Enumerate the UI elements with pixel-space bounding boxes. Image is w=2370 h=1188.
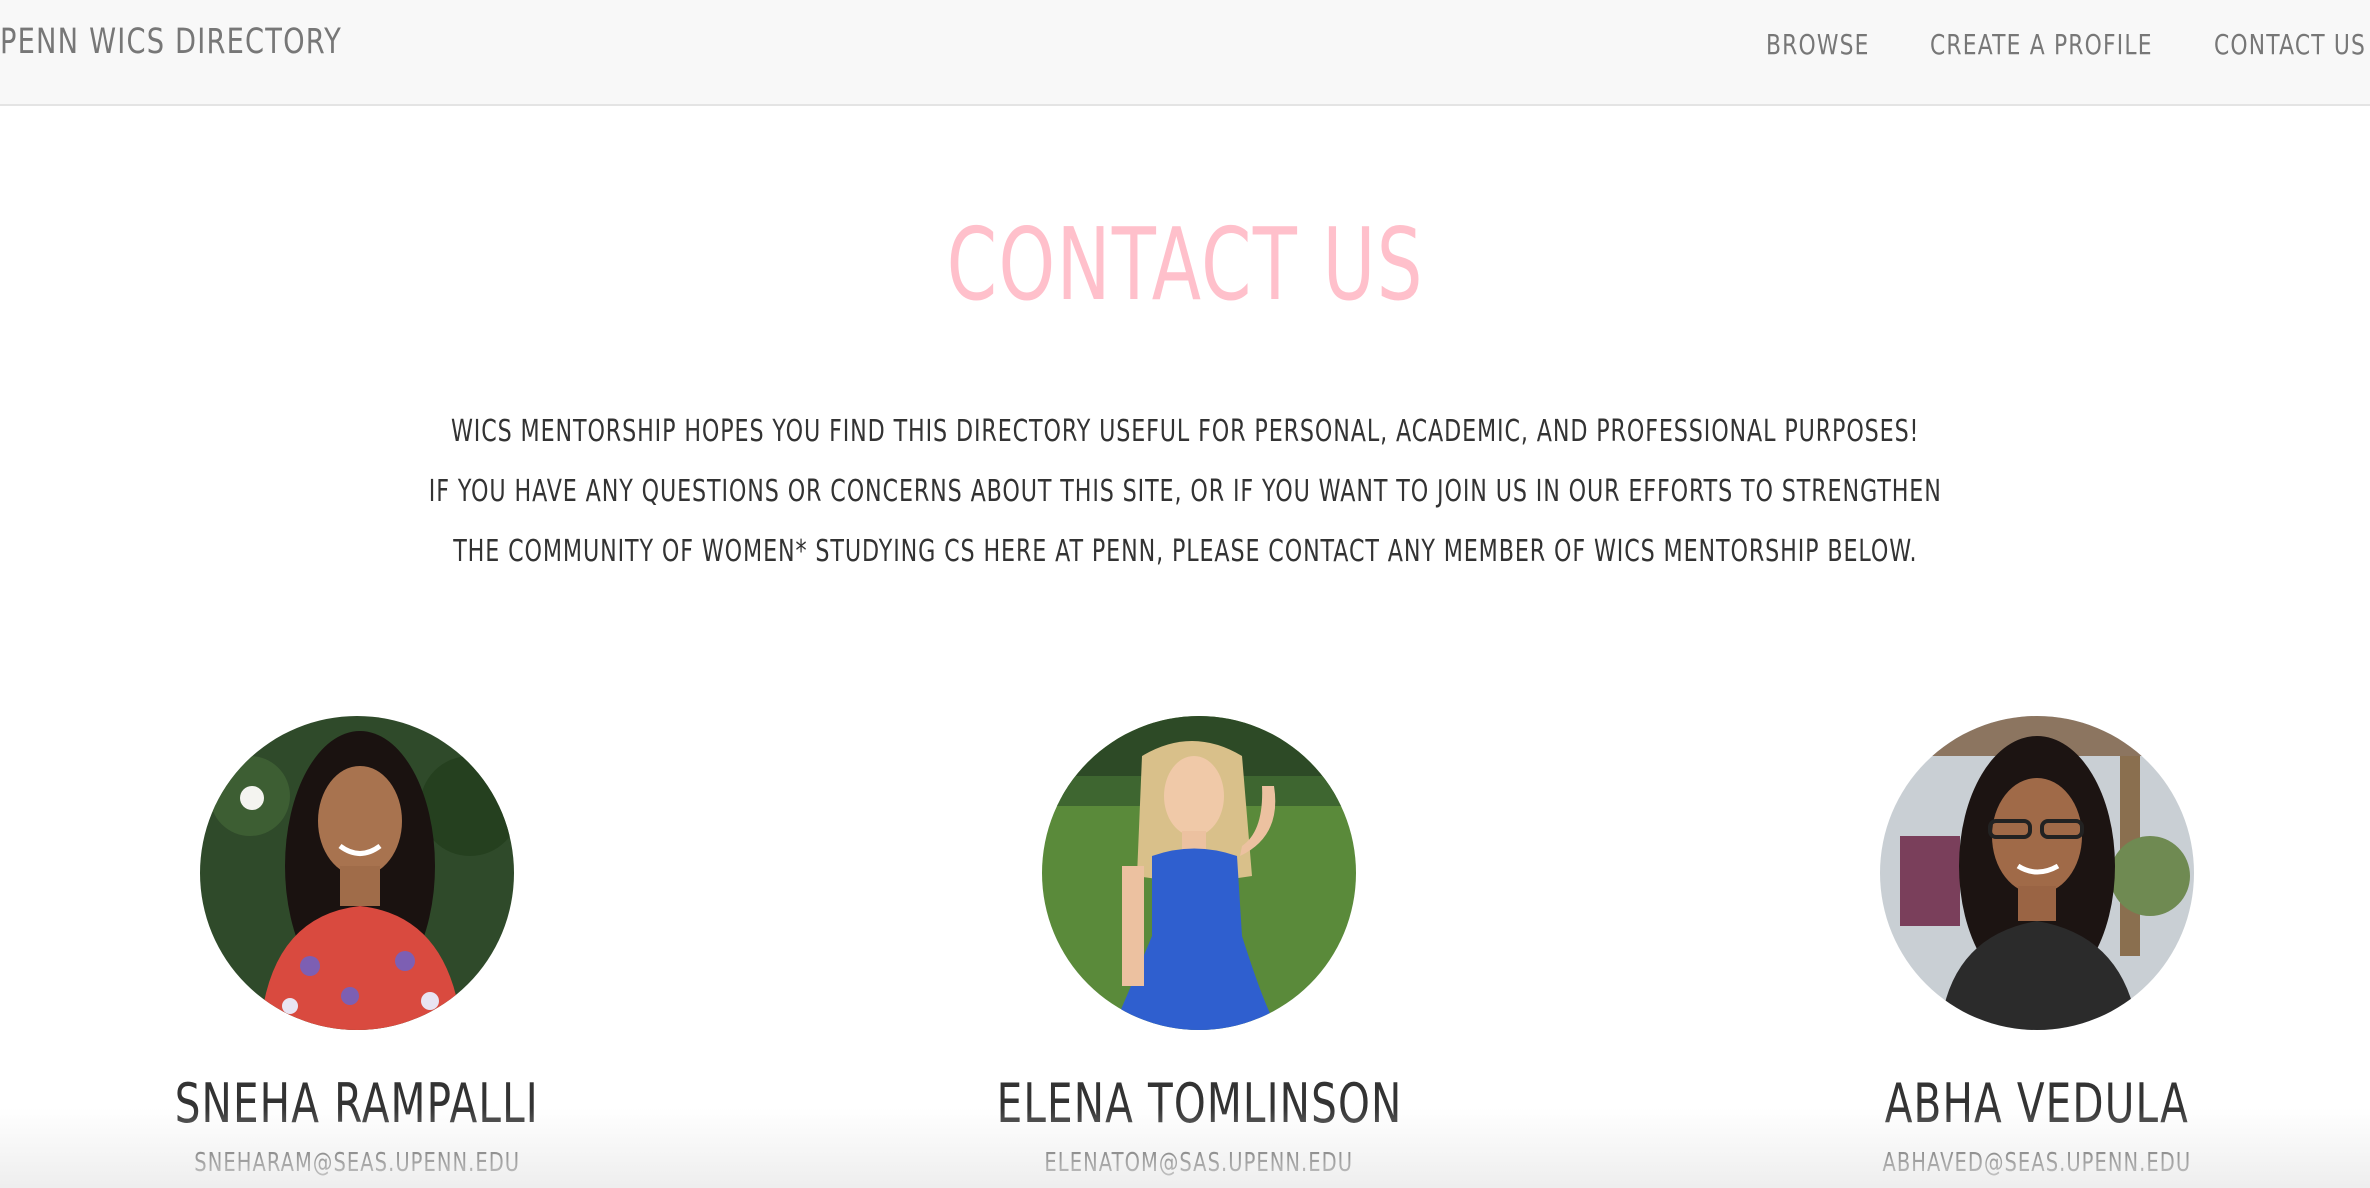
intro-text: WICS MENTORSHIP HOPES YOU FIND THIS DIRE… — [0, 402, 2370, 582]
avatar-photo — [200, 716, 514, 1030]
member-email-text[interactable]: ABHAVED@SEAS.UPENN.EDU — [1883, 1146, 2192, 1180]
member-card: ABHA VEDULA ABHAVED@SEAS.UPENN.EDU — [1737, 716, 2337, 1180]
member-email-link[interactable]: ABHAVED@SEAS.UPENN.EDU — [1737, 1146, 2337, 1180]
member-card: ELENA TOMLINSON ELENATOM@SAS.UPENN.EDU — [899, 716, 1499, 1180]
member-name: ABHA VEDULA — [1737, 1074, 2337, 1134]
intro-line-text: WICS MENTORSHIP HOPES YOU FIND THIS DIRE… — [450, 414, 1920, 449]
intro-line: WICS MENTORSHIP HOPES YOU FIND THIS DIRE… — [0, 402, 2370, 462]
intro-line: THE COMMUNITY OF WOMEN* STUDYING CS HERE… — [0, 522, 2370, 582]
member-name-text: SNEHA RAMPALLI — [174, 1072, 540, 1135]
member-name: ELENA TOMLINSON — [899, 1074, 1499, 1134]
avatar-photo-image — [1042, 716, 1356, 1030]
member-email-text[interactable]: SNEHARAM@SEAS.UPENN.EDU — [194, 1146, 520, 1180]
nav-create-profile-link[interactable]: CREATE A PROFILE — [1930, 28, 2153, 61]
nav-browse-link[interactable]: BROWSE — [1766, 28, 1870, 61]
member-name-text: ELENA TOMLINSON — [996, 1072, 1402, 1135]
member-email-link[interactable]: SNEHARAM@SEAS.UPENN.EDU — [57, 1146, 657, 1180]
brand-link[interactable]: PENN WICS DIRECTORY — [0, 22, 342, 62]
intro-line-text: IF YOU HAVE ANY QUESTIONS OR CONCERNS AB… — [428, 474, 1942, 509]
avatar-photo — [1042, 716, 1356, 1030]
member-name: SNEHA RAMPALLI — [57, 1074, 657, 1134]
member-email-link[interactable]: ELENATOM@SAS.UPENN.EDU — [899, 1146, 1499, 1180]
page-title: CONTACT US — [0, 200, 2370, 330]
avatar-photo-image — [1880, 716, 2194, 1030]
avatar-photo — [1880, 716, 2194, 1030]
member-card: SNEHA RAMPALLI SNEHARAM@SEAS.UPENN.EDU — [57, 716, 657, 1180]
intro-line: IF YOU HAVE ANY QUESTIONS OR CONCERNS AB… — [0, 462, 2370, 522]
top-navbar: PENN WICS DIRECTORY BROWSE CREATE A PROF… — [0, 0, 2370, 106]
member-email-text[interactable]: ELENATOM@SAS.UPENN.EDU — [1045, 1146, 1354, 1180]
avatar-photo-image — [200, 716, 514, 1030]
page-title-text: CONTACT US — [946, 206, 1424, 323]
intro-line-text: THE COMMUNITY OF WOMEN* STUDYING CS HERE… — [452, 534, 1918, 569]
member-name-text: ABHA VEDULA — [1884, 1072, 2190, 1135]
nav-contact-us-link[interactable]: CONTACT US — [2214, 28, 2366, 61]
